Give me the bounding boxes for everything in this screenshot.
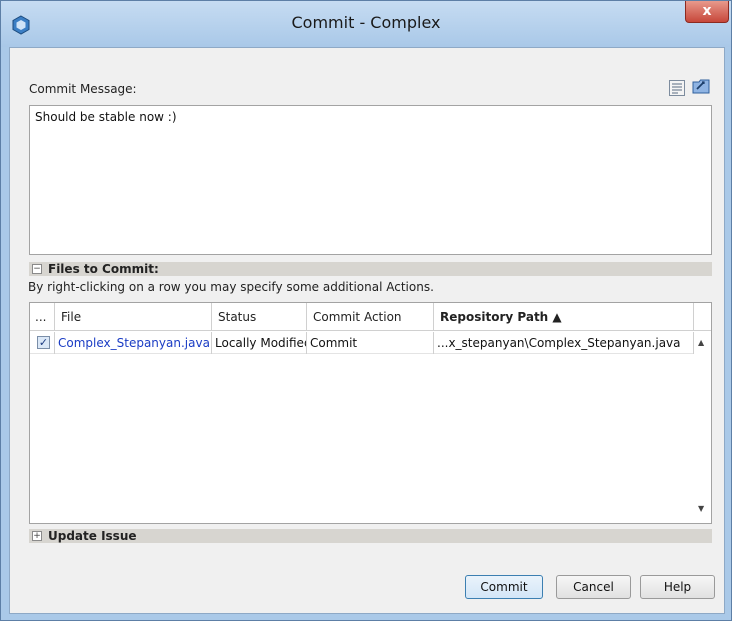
help-button[interactable]: Help — [640, 575, 715, 599]
row-checkbox-cell[interactable]: ✓ — [30, 332, 55, 354]
commit-message-textarea[interactable]: Should be stable now :) — [29, 105, 712, 255]
files-to-commit-header[interactable]: − Files to Commit: — [29, 262, 712, 276]
table-header: ... File Status Commit Action Repository… — [30, 303, 711, 331]
column-header-status[interactable]: Status — [212, 303, 307, 331]
window-title: Commit - Complex — [291, 13, 441, 32]
column-header-repository-path[interactable]: Repository Path ▲ — [434, 303, 694, 331]
commit-action-cell[interactable]: Commit — [307, 332, 434, 354]
title-bar: Commit - Complex x — [1, 1, 731, 47]
scroll-up-icon[interactable]: ▲ — [698, 338, 704, 347]
expand-toggle-icon[interactable]: + — [32, 531, 42, 541]
file-name-cell[interactable]: Complex_Stepanyan.java — [55, 332, 212, 354]
column-header-commit-action[interactable]: Commit Action — [307, 303, 434, 331]
actions-hint-text: By right-clicking on a row you may speci… — [28, 280, 434, 294]
close-button[interactable]: x — [685, 1, 729, 23]
template-list-icon[interactable] — [668, 79, 686, 97]
repository-path-cell: ...x_stepanyan\Complex_Stepanyan.java — [434, 332, 694, 354]
update-issue-title: Update Issue — [48, 529, 137, 543]
table-scrollbar[interactable]: ▲ ▼ — [694, 332, 711, 523]
history-folder-icon[interactable] — [692, 77, 710, 95]
column-header-file[interactable]: File — [55, 303, 212, 331]
cancel-button[interactable]: Cancel — [556, 575, 631, 599]
commit-checkbox[interactable]: ✓ — [37, 336, 50, 349]
table-row[interactable]: ✓ Complex_Stepanyan.java Locally Modifie… — [30, 332, 694, 354]
commit-button[interactable]: Commit — [465, 575, 543, 599]
files-to-commit-title: Files to Commit: — [48, 262, 159, 276]
dialog-body: Commit Message: Should be stable now :) … — [9, 47, 725, 614]
update-issue-header[interactable]: + Update Issue — [29, 529, 712, 543]
collapse-toggle-icon[interactable]: − — [32, 264, 42, 274]
status-cell: Locally Modified — [212, 332, 307, 354]
column-header-select[interactable]: ... — [30, 303, 55, 331]
commit-message-label: Commit Message: — [29, 82, 137, 96]
commit-dialog: Commit - Complex x Commit Message: Shoul… — [0, 0, 732, 621]
scroll-down-icon[interactable]: ▼ — [698, 504, 704, 513]
files-table: ... File Status Commit Action Repository… — [29, 302, 712, 524]
